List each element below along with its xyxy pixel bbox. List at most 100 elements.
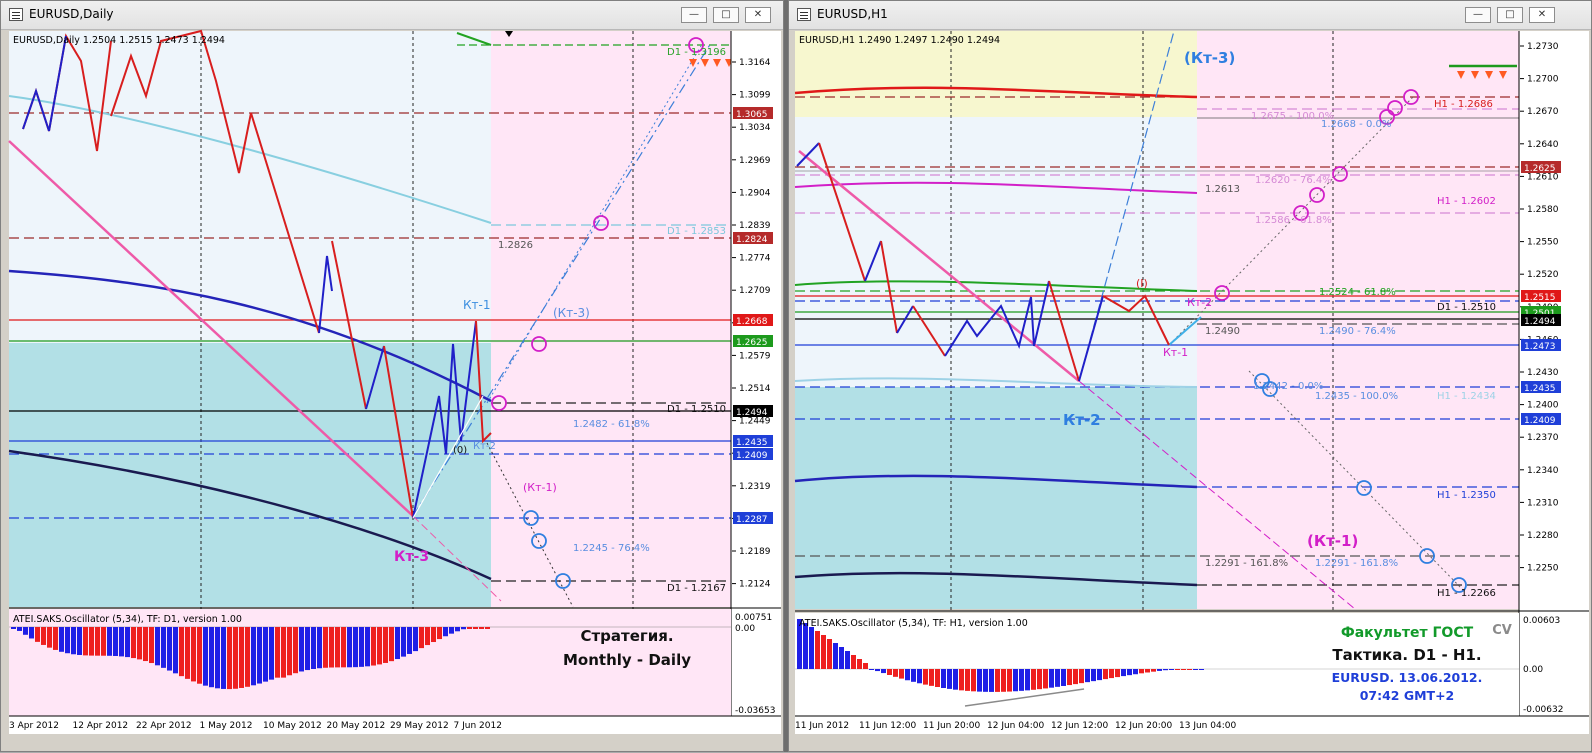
level-label: H1 - 1.2602 bbox=[1437, 196, 1496, 207]
oscillator-bar bbox=[887, 669, 892, 675]
oscillator-bar bbox=[179, 627, 184, 677]
price-tag-label: 1.2409 bbox=[1524, 416, 1556, 426]
wave-label: (I) bbox=[1136, 277, 1148, 290]
oscillator-tick: -0.00632 bbox=[1523, 705, 1563, 715]
oscillator-bar bbox=[317, 627, 322, 669]
oscillator-bar bbox=[1013, 669, 1018, 692]
oscillator-bar bbox=[353, 627, 358, 668]
level-label: 1.2291 - 161.8% bbox=[1315, 558, 1398, 569]
level-label: 1.2245 - 76.4% bbox=[573, 543, 650, 554]
oscillator-bar bbox=[1079, 669, 1084, 684]
date-tick: 7 Jun 2012 bbox=[454, 721, 502, 731]
price-tag-label: 1.3065 bbox=[736, 110, 768, 120]
oscillator-bar bbox=[407, 627, 412, 654]
price-tick: 1.3164 bbox=[739, 58, 771, 68]
oscillator-bar bbox=[857, 659, 862, 669]
oscillator-bar bbox=[917, 669, 922, 684]
price-tick: 1.2400 bbox=[1527, 401, 1559, 411]
oscillator-bar bbox=[17, 627, 22, 631]
oscillator-bar bbox=[1121, 669, 1126, 677]
oscillator-bar bbox=[395, 627, 400, 660]
oscillator-bar bbox=[1007, 669, 1012, 692]
oscillator-bar bbox=[1169, 669, 1174, 670]
oscillator-bar bbox=[1001, 669, 1006, 692]
oscillator-bar bbox=[227, 627, 232, 690]
oscillator-bar bbox=[1037, 669, 1042, 690]
level-label: 1.2826 bbox=[498, 240, 533, 251]
oscillator-bar bbox=[65, 627, 70, 654]
oscillator-bar bbox=[1031, 669, 1036, 690]
price-tick: 1.2700 bbox=[1527, 75, 1559, 85]
price-tick: 1.2520 bbox=[1527, 270, 1559, 280]
oscillator-bar bbox=[119, 627, 124, 657]
oscillator-bar bbox=[947, 669, 952, 689]
price-tick: 1.2449 bbox=[739, 417, 771, 427]
oscillator-bar bbox=[1073, 669, 1078, 685]
level-label: 1.2482 - 61.8% bbox=[573, 419, 650, 430]
price-tick: 1.2969 bbox=[739, 156, 771, 166]
level-label: 1.2442 - 0.0% bbox=[1253, 381, 1323, 392]
oscillator-bar bbox=[419, 627, 424, 649]
wave-label: Кт-2 bbox=[1187, 296, 1212, 309]
price-tag-label: 1.2287 bbox=[736, 515, 768, 525]
oscillator-bar bbox=[827, 639, 832, 669]
oscillator-bar bbox=[365, 627, 370, 667]
oscillator-bar bbox=[443, 627, 448, 637]
price-tag-label: 1.2494 bbox=[736, 408, 768, 418]
price-tick: 1.2904 bbox=[739, 188, 771, 198]
oscillator-bar bbox=[1109, 669, 1114, 679]
oscillator-bar bbox=[1061, 669, 1066, 686]
oscillator-bar bbox=[191, 627, 196, 682]
oscillator-bar bbox=[995, 669, 1000, 692]
oscillator-bar bbox=[1115, 669, 1120, 678]
price-tick: 1.3034 bbox=[739, 123, 771, 133]
daily-chart-window[interactable]: EURUSD,Daily — □ ✕ 1.3164 1.3099 1.3034 … bbox=[0, 0, 784, 752]
oscillator-bar bbox=[215, 627, 220, 689]
oscillator-bar bbox=[197, 627, 202, 684]
date-label: EURUSD. 13.06.2012. bbox=[1331, 670, 1483, 685]
oscillator-bar bbox=[1145, 669, 1150, 673]
price-tag-label: 1.2515 bbox=[1524, 293, 1556, 303]
oscillator-bar bbox=[341, 627, 346, 668]
price-tick: 1.2370 bbox=[1527, 433, 1559, 443]
level-label: H1 - 1.2434 bbox=[1437, 391, 1496, 402]
faculty-title: Факультет ГОСТ bbox=[1340, 625, 1474, 641]
oscillator-bar bbox=[311, 627, 316, 669]
oscillator-bar bbox=[893, 669, 898, 677]
oscillator-bar bbox=[1043, 669, 1048, 689]
h1-chart-window[interactable]: EURUSD,H1 — □ ✕ 1.2730 1.2700 1.2670 1.2… bbox=[788, 0, 1592, 752]
level-label: D1 - 1.3196 bbox=[667, 47, 726, 58]
time-label: 07:42 GMT+2 bbox=[1359, 688, 1455, 703]
date-tick: 11 Jun 12:00 bbox=[859, 721, 916, 731]
oscillator-bar bbox=[149, 627, 154, 664]
oscillator-bar bbox=[473, 627, 478, 629]
oscillator-bar bbox=[965, 669, 970, 691]
level-label: H1 - 1.2686 bbox=[1434, 99, 1493, 110]
level-label: 1.2435 - 100.0% bbox=[1315, 391, 1398, 402]
oscillator-bar bbox=[221, 627, 226, 689]
oscillator-bar bbox=[41, 627, 46, 645]
date-tick: 12 Jun 20:00 bbox=[1115, 721, 1172, 731]
strategy-subtitle: Monthly - Daily bbox=[563, 651, 691, 669]
oscillator-bar bbox=[413, 627, 418, 652]
wave-label: (Кт-1) bbox=[523, 481, 557, 494]
oscillator-bar bbox=[281, 627, 286, 678]
level-label: H1 - 1.2350 bbox=[1437, 490, 1496, 501]
price-tag-label: 1.2625 bbox=[1524, 164, 1556, 174]
oscillator-bar bbox=[815, 631, 820, 669]
price-tick: 1.2670 bbox=[1527, 107, 1559, 117]
oscillator-bar bbox=[971, 669, 976, 692]
date-tick: 20 May 2012 bbox=[327, 721, 386, 731]
date-tick: 13 Jun 04:00 bbox=[1179, 721, 1236, 731]
oscillator-bar bbox=[461, 627, 466, 630]
oscillator-bar bbox=[155, 627, 160, 666]
oscillator-bar bbox=[257, 627, 262, 684]
level-label: 1.2613 bbox=[1205, 184, 1240, 195]
strategy-title: Стратегия. bbox=[580, 627, 674, 645]
oscillator-bar bbox=[1175, 669, 1180, 670]
level-label: D1 - 1.2510 bbox=[667, 404, 726, 415]
oscillator-bar bbox=[329, 627, 334, 668]
price-tag-label: 1.2625 bbox=[736, 338, 768, 348]
oscillator-header: ATEI.SAKS.Oscillator (5,34), TF: H1, ver… bbox=[799, 618, 1028, 629]
price-tick: 1.2579 bbox=[739, 351, 771, 361]
